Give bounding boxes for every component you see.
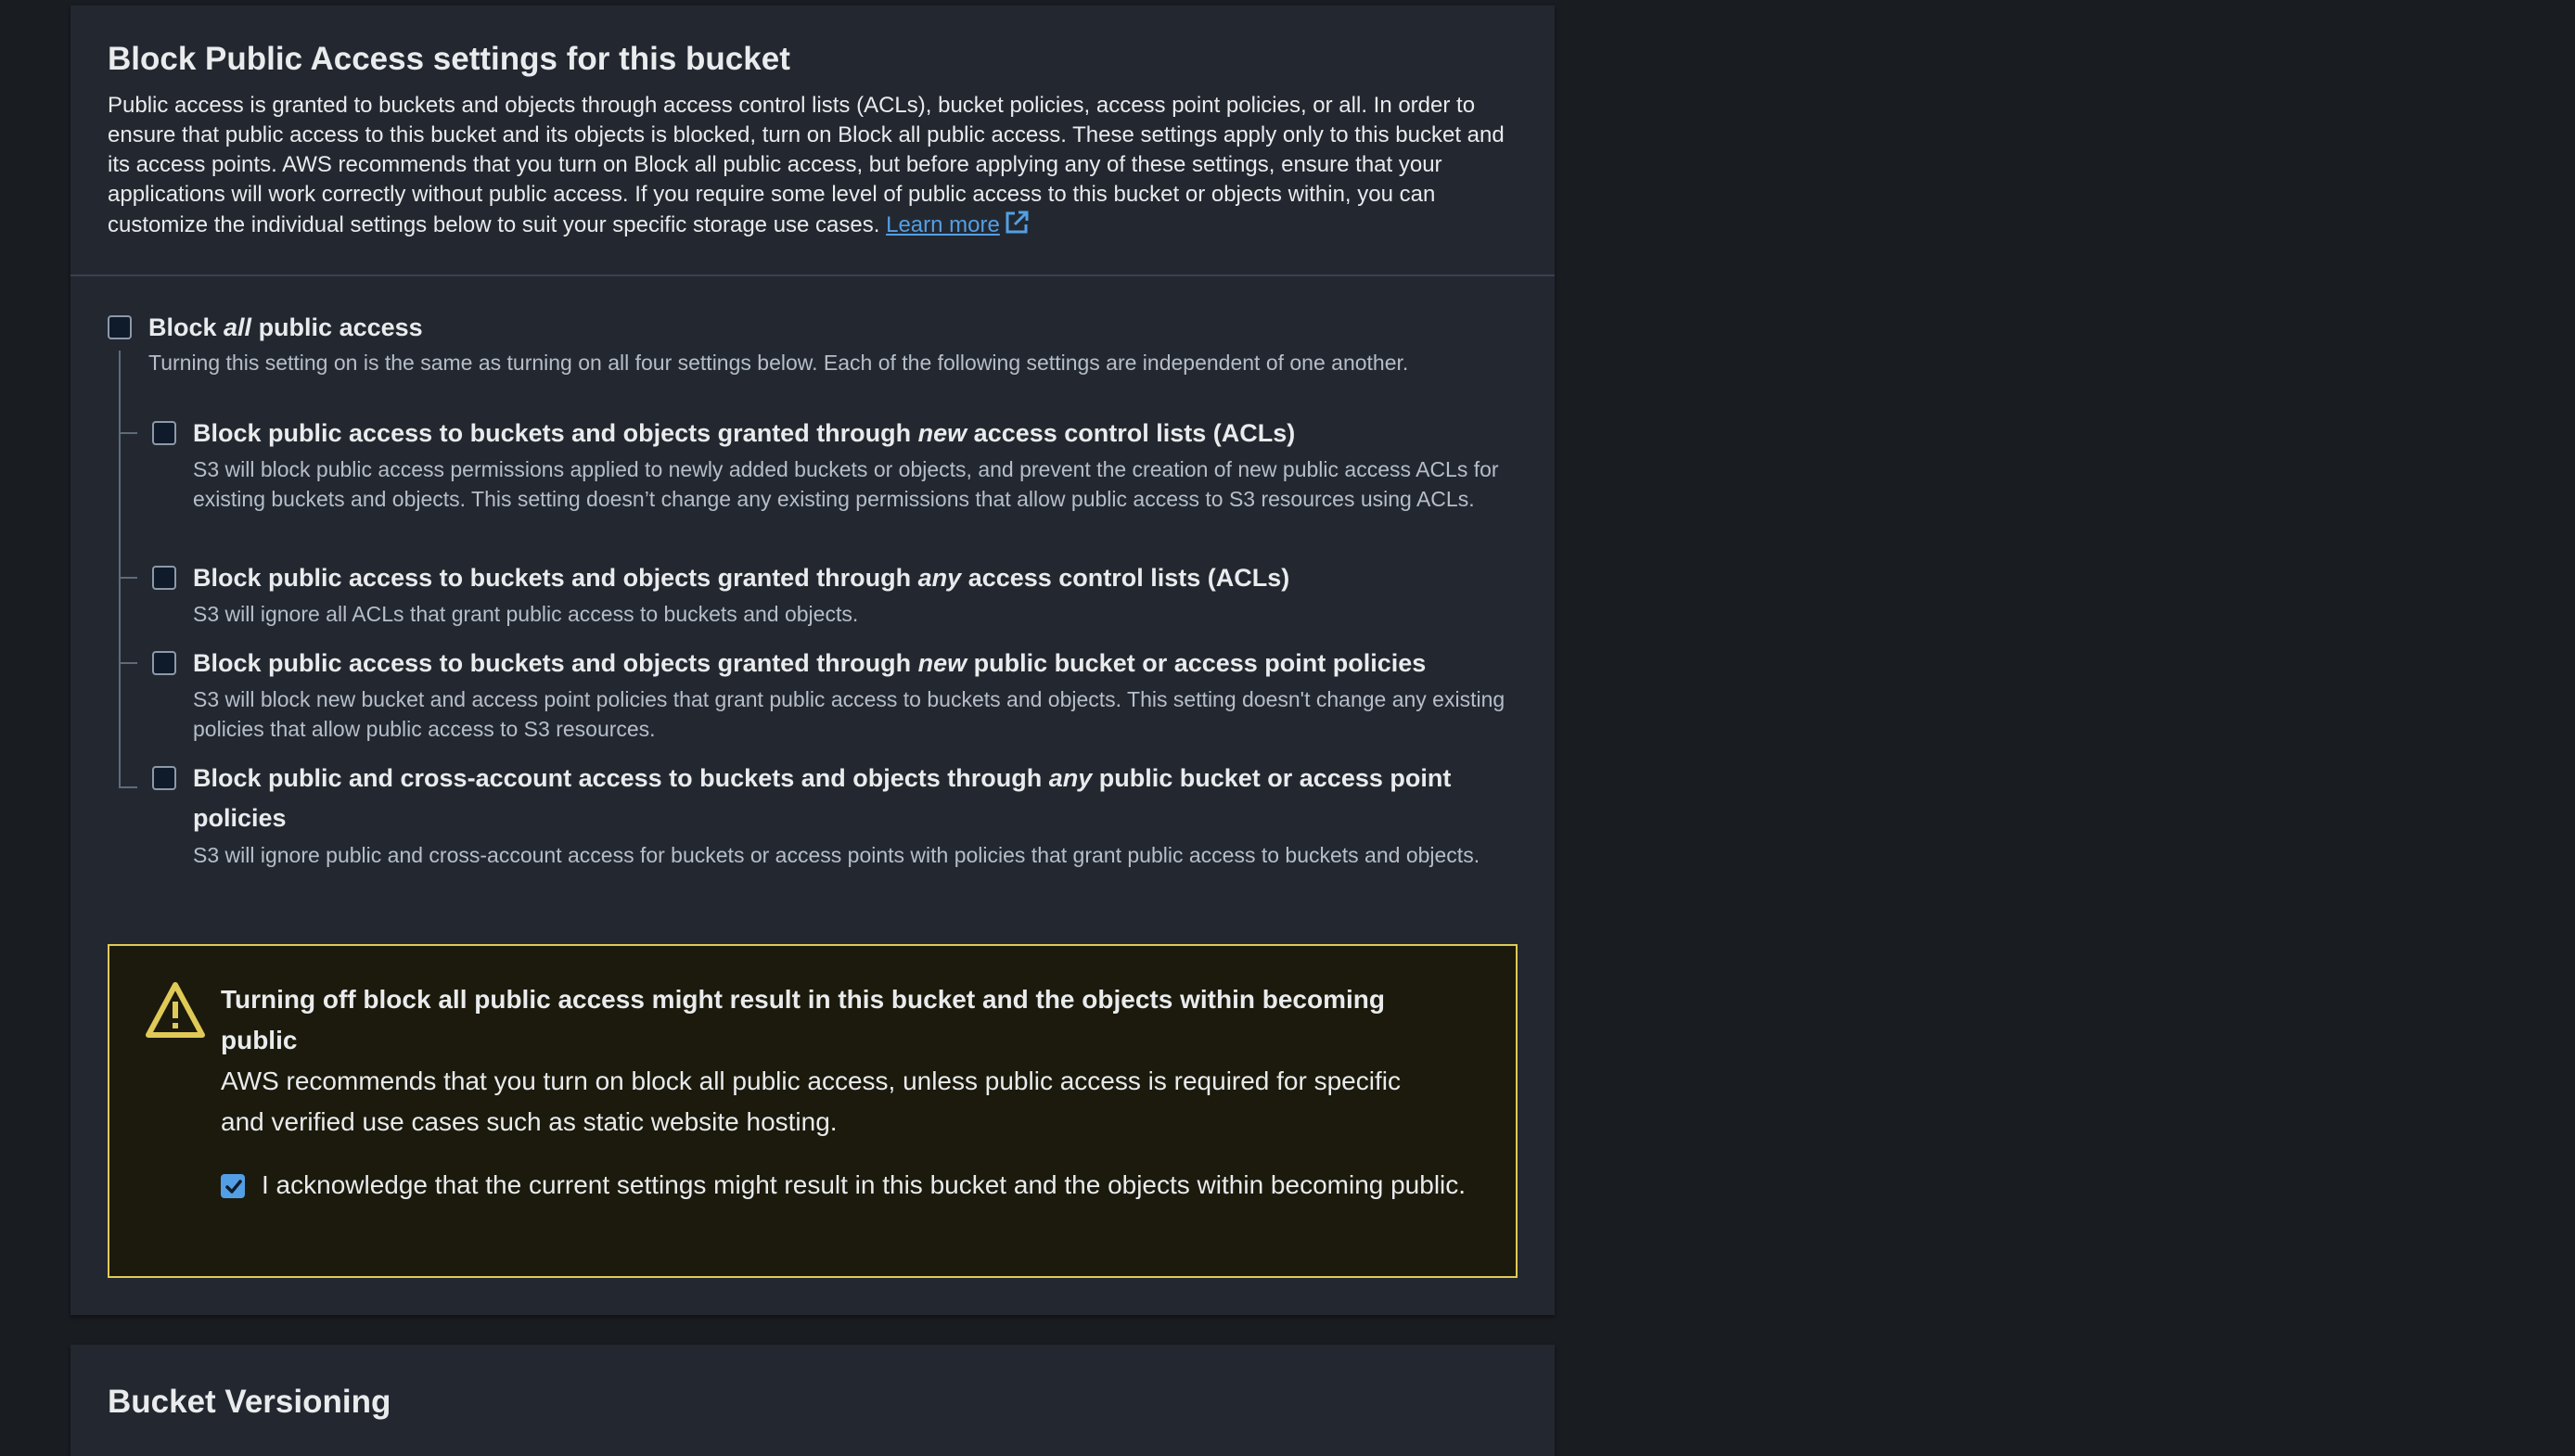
block-new-policies-description: S3 will block new bucket and access poin… <box>193 687 1505 741</box>
block-any-acls-label[interactable]: Block public access to buckets and objec… <box>193 558 1289 598</box>
acknowledge-checkbox[interactable] <box>221 1174 245 1198</box>
panel-description-text: Public access is granted to buckets and … <box>108 93 1505 237</box>
block-all-label-post: public access <box>251 313 423 341</box>
block-new-policies-checkbox[interactable] <box>152 651 176 675</box>
block-all-label-pre: Block <box>148 313 224 341</box>
panel-header: Block Public Access settings for this bu… <box>70 6 1555 276</box>
block-new-policies-label[interactable]: Block public access to buckets and objec… <box>193 644 1426 683</box>
external-link-icon[interactable] <box>1004 210 1030 244</box>
block-any-acls-description: S3 will ignore all ACLs that grant publi… <box>193 602 859 626</box>
block-new-acls-label-em: new <box>917 419 967 447</box>
block-new-acls-checkbox[interactable] <box>152 421 176 445</box>
block-new-acls-label-post: access control lists (ACLs) <box>967 419 1296 447</box>
block-any-acls-label-post: access control lists (ACLs) <box>961 564 1290 592</box>
tree-connector <box>119 662 137 664</box>
block-all-checkbox[interactable] <box>108 315 132 339</box>
block-cross-account-label[interactable]: Block public and cross-account access to… <box>193 759 1451 838</box>
page-title: Block Public Access settings for this bu… <box>108 41 790 77</box>
block-public-access-panel: Block Public Access settings for this bu… <box>70 6 1555 1315</box>
tree-connector-vertical <box>119 351 121 788</box>
block-new-policies-label-post: public bucket or access point policies <box>967 649 1427 677</box>
block-cross-account-label-em: any <box>1048 764 1093 792</box>
tree-connector <box>119 786 137 788</box>
warning-title: Turning off block all public access migh… <box>221 985 1385 1054</box>
block-cross-account-description: S3 will ignore public and cross-account … <box>193 843 1480 867</box>
block-new-acls-description: S3 will block public access permissions … <box>193 457 1499 511</box>
public-access-warning-alert: Turning off block all public access migh… <box>108 944 1518 1278</box>
block-all-description: Turning this setting on is the same as t… <box>148 351 1409 375</box>
block-new-acls-label[interactable]: Block public access to buckets and objec… <box>193 414 1295 453</box>
block-cross-account-checkbox[interactable] <box>152 766 176 790</box>
learn-more-link[interactable]: Learn more <box>886 212 1000 237</box>
tree-connector <box>119 432 137 434</box>
block-new-acls-label-pre: Block public access to buckets and objec… <box>193 419 918 447</box>
block-new-policies-label-pre: Block public access to buckets and objec… <box>193 649 918 677</box>
acknowledge-label[interactable]: I acknowledge that the current settings … <box>262 1165 1505 1206</box>
warning-body: AWS recommends that you turn on block al… <box>221 1066 1401 1136</box>
block-cross-account-label-pre: Block public and cross-account access to… <box>193 764 1049 792</box>
block-all-label-em: all <box>224 313 252 341</box>
block-new-policies-label-em: new <box>917 649 967 677</box>
bucket-versioning-title: Bucket Versioning <box>108 1384 391 1420</box>
tree-connector <box>119 577 137 579</box>
panel-description: Public access is granted to buckets and … <box>108 91 1527 244</box>
warning-icon <box>145 981 206 1043</box>
block-any-acls-label-pre: Block public access to buckets and objec… <box>193 564 918 592</box>
block-all-label[interactable]: Block all public access <box>148 308 423 348</box>
block-cross-account-label-post: public bucket or access point <box>1092 764 1452 792</box>
block-cross-account-label-line2: policies <box>193 804 287 832</box>
bucket-versioning-panel: Bucket Versioning <box>70 1345 1555 1456</box>
block-any-acls-checkbox[interactable] <box>152 566 176 590</box>
block-any-acls-label-em: any <box>917 564 962 592</box>
